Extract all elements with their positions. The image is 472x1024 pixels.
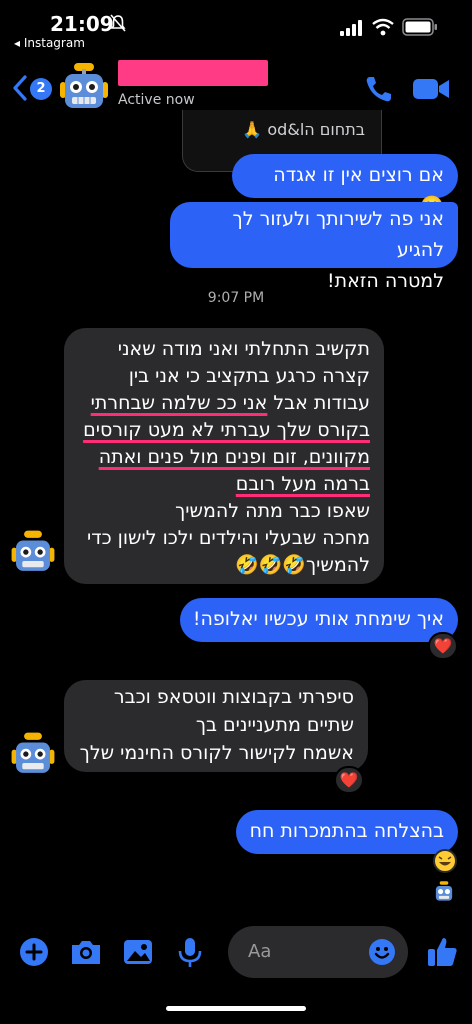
underlined-text: בקורס שלך עברתי לא מעט קורסים	[83, 419, 370, 441]
underlined-text: אני ככ שלמה שבחרתי	[90, 392, 268, 414]
heart-reaction[interactable]: ❤️	[428, 632, 458, 660]
message-text-line: שאפו כבר מתה להמשיך	[175, 500, 370, 522]
underlined-text: ברמה מעל רובם	[235, 473, 370, 495]
incoming-message[interactable]: תקשיב התחלתי ואני מודה שאני קצרה כרגע בת…	[64, 328, 384, 584]
message-input-placeholder: Aa	[248, 941, 272, 962]
thumbs-up-icon[interactable]	[424, 934, 460, 970]
message-text-line: שתיים מתעניינים בך	[195, 714, 354, 736]
composer-bar: Aa	[0, 920, 472, 984]
laughing-emoji-icon	[433, 849, 457, 873]
robot-avatar-icon[interactable]	[8, 528, 58, 578]
message-text-line: להמשיך🤣🤣🤣	[234, 554, 370, 576]
microphone-icon[interactable]	[172, 934, 208, 970]
message-text-line: קצרה כרגע בתקציב כי אני בין	[128, 365, 370, 387]
emoji-icon[interactable]	[368, 938, 396, 966]
image-icon[interactable]	[120, 934, 156, 970]
message-text: עבודות אבל	[267, 392, 370, 414]
message-text: בהצלחה בהתמכרות חח	[249, 820, 444, 842]
camera-icon[interactable]	[68, 934, 104, 970]
robot-avatar-icon[interactable]	[8, 730, 58, 780]
message-text: איך שימחת אותי עכשיו יאלופה!	[192, 608, 444, 630]
message-text-line: סיפרתי בקבוצות ווטסאפ וכבר	[113, 686, 354, 708]
message-text-line: תקשיב התחלתי ואני מודה שאני	[117, 338, 370, 360]
outgoing-message[interactable]: אם רוצים אין זו אגדה 🙂	[232, 154, 458, 217]
message-text-line: עבודות אבל אני ככ שלמה שבחרתי	[74, 390, 370, 417]
underlined-text: מקוונים, זום ופנים מול פנים ואתה	[98, 446, 370, 468]
heart-reaction[interactable]: ❤️	[334, 766, 364, 794]
outgoing-message[interactable]: בהצלחה בהתמכרות חח	[236, 810, 458, 854]
plus-icon[interactable]	[16, 934, 52, 970]
timestamp: 9:07 PM	[207, 290, 265, 306]
home-indicator	[166, 1006, 306, 1011]
message-input[interactable]: Aa	[228, 926, 408, 978]
message-text-line: אני פה לשירותך ולעזור לך להגיע	[232, 208, 444, 261]
incoming-message[interactable]: סיפרתי בקבוצות ווטסאפ וכבר שתיים מתעניינ…	[64, 680, 368, 772]
robot-avatar-icon	[435, 881, 453, 901]
outgoing-message[interactable]: איך שימחת אותי עכשיו יאלופה!	[180, 598, 458, 642]
quoted-text: בתחום הod&l 🙏	[242, 120, 365, 139]
message-text-line: אשמח לקישור לקורס החינמי שלך	[79, 742, 354, 764]
message-text-line: מחכה שבעלי והילדים ילכו לישון כדי	[86, 527, 370, 549]
message-list[interactable]: בתחום הod&l 🙏 אם רוצים אין זו אגדה 🙂 אני…	[0, 0, 472, 1024]
outgoing-message[interactable]: אני פה לשירותך ולעזור לך להגיע למטרה הזא…	[170, 202, 458, 292]
